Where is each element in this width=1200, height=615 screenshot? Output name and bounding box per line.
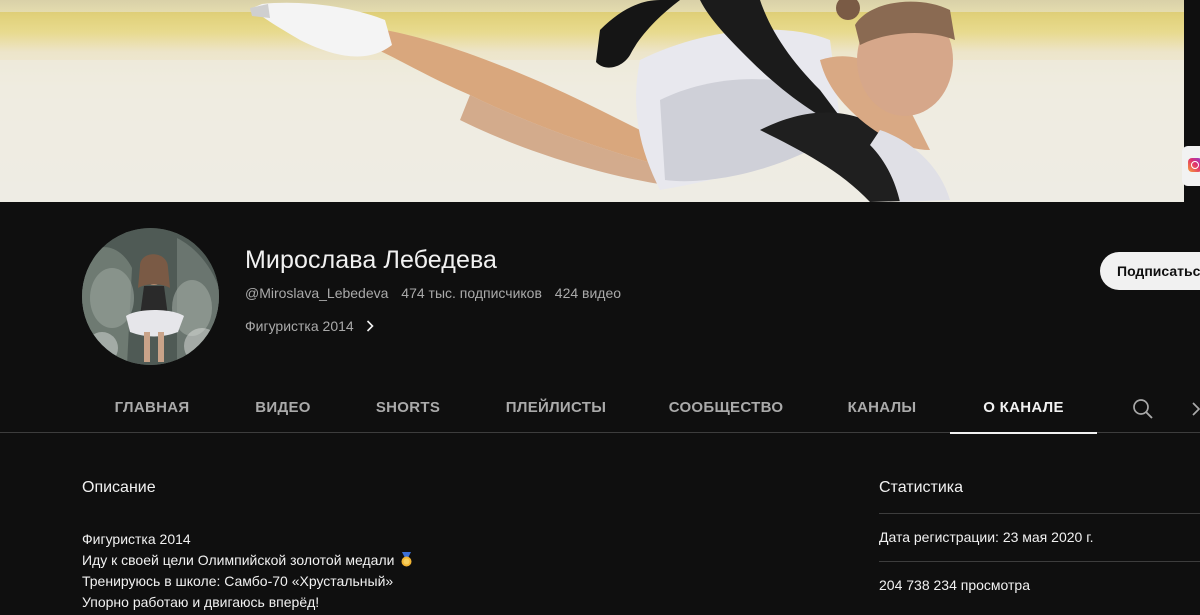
chevron-right-icon xyxy=(366,320,374,332)
subscribe-button[interactable]: Подписаться xyxy=(1100,252,1200,290)
channel-tabs: ГЛАВНАЯ ВИДЕО SHORTS ПЛЕЙЛИСТЫ СООБЩЕСТВ… xyxy=(0,386,1200,434)
tab-playlists[interactable]: ПЛЕЙЛИСТЫ xyxy=(497,386,615,433)
channel-meta: @Miroslava_Lebedeva 474 тыс. подписчиков… xyxy=(245,285,621,301)
chevron-right-icon[interactable] xyxy=(1190,400,1200,418)
tab-community[interactable]: СООБЩЕСТВО xyxy=(664,386,788,433)
gold-medal-icon xyxy=(401,552,412,567)
channel-avatar[interactable] xyxy=(82,228,219,365)
description-line: Тренируюсь в школе: Самбо-70 «Хрустальны… xyxy=(82,573,394,589)
channel-name: Мирослава Лебедева xyxy=(245,246,498,274)
channel-tagline: Фигуристка 2014 xyxy=(245,318,354,334)
divider xyxy=(879,561,1200,562)
instagram-link[interactable] xyxy=(1182,146,1200,186)
channel-tagline-link[interactable]: Фигуристка 2014 xyxy=(245,318,378,334)
stats-title: Статистика xyxy=(879,479,964,496)
description-line: Иду к своей цели Олимпийской золотой мед… xyxy=(82,552,395,568)
tab-videos[interactable]: ВИДЕО xyxy=(246,386,320,433)
search-icon[interactable] xyxy=(1132,398,1154,420)
tab-shorts[interactable]: SHORTS xyxy=(370,386,446,433)
instagram-icon xyxy=(1188,158,1200,172)
video-count: 424 видео xyxy=(554,285,622,301)
tab-about[interactable]: О КАНАЛЕ xyxy=(950,386,1097,434)
stats-joined-date: Дата регистрации: 23 мая 2020 г. xyxy=(879,529,1094,545)
channel-handle: @Miroslava_Lebedeva xyxy=(245,285,389,301)
divider xyxy=(879,513,1200,514)
channel-description: Фигуристка 2014 Иду к своей цели Олимпий… xyxy=(82,529,413,613)
subscriber-count: 474 тыс. подписчиков xyxy=(401,285,542,301)
tab-home[interactable]: ГЛАВНАЯ xyxy=(108,386,196,433)
avatar-image xyxy=(82,228,219,365)
channel-banner xyxy=(0,0,1200,202)
stats-view-count: 204 738 234 просмотра xyxy=(879,577,1030,593)
tab-channels[interactable]: КАНАЛЫ xyxy=(839,386,925,433)
banner-skater-image xyxy=(0,0,1200,202)
description-line: Фигуристка 2014 xyxy=(82,531,191,547)
description-line: Упорно работаю и двигаюсь вперёд! xyxy=(82,594,320,610)
description-title: Описание xyxy=(82,479,156,496)
description-line-with-medal: Иду к своей цели Олимпийской золотой мед… xyxy=(82,550,413,571)
